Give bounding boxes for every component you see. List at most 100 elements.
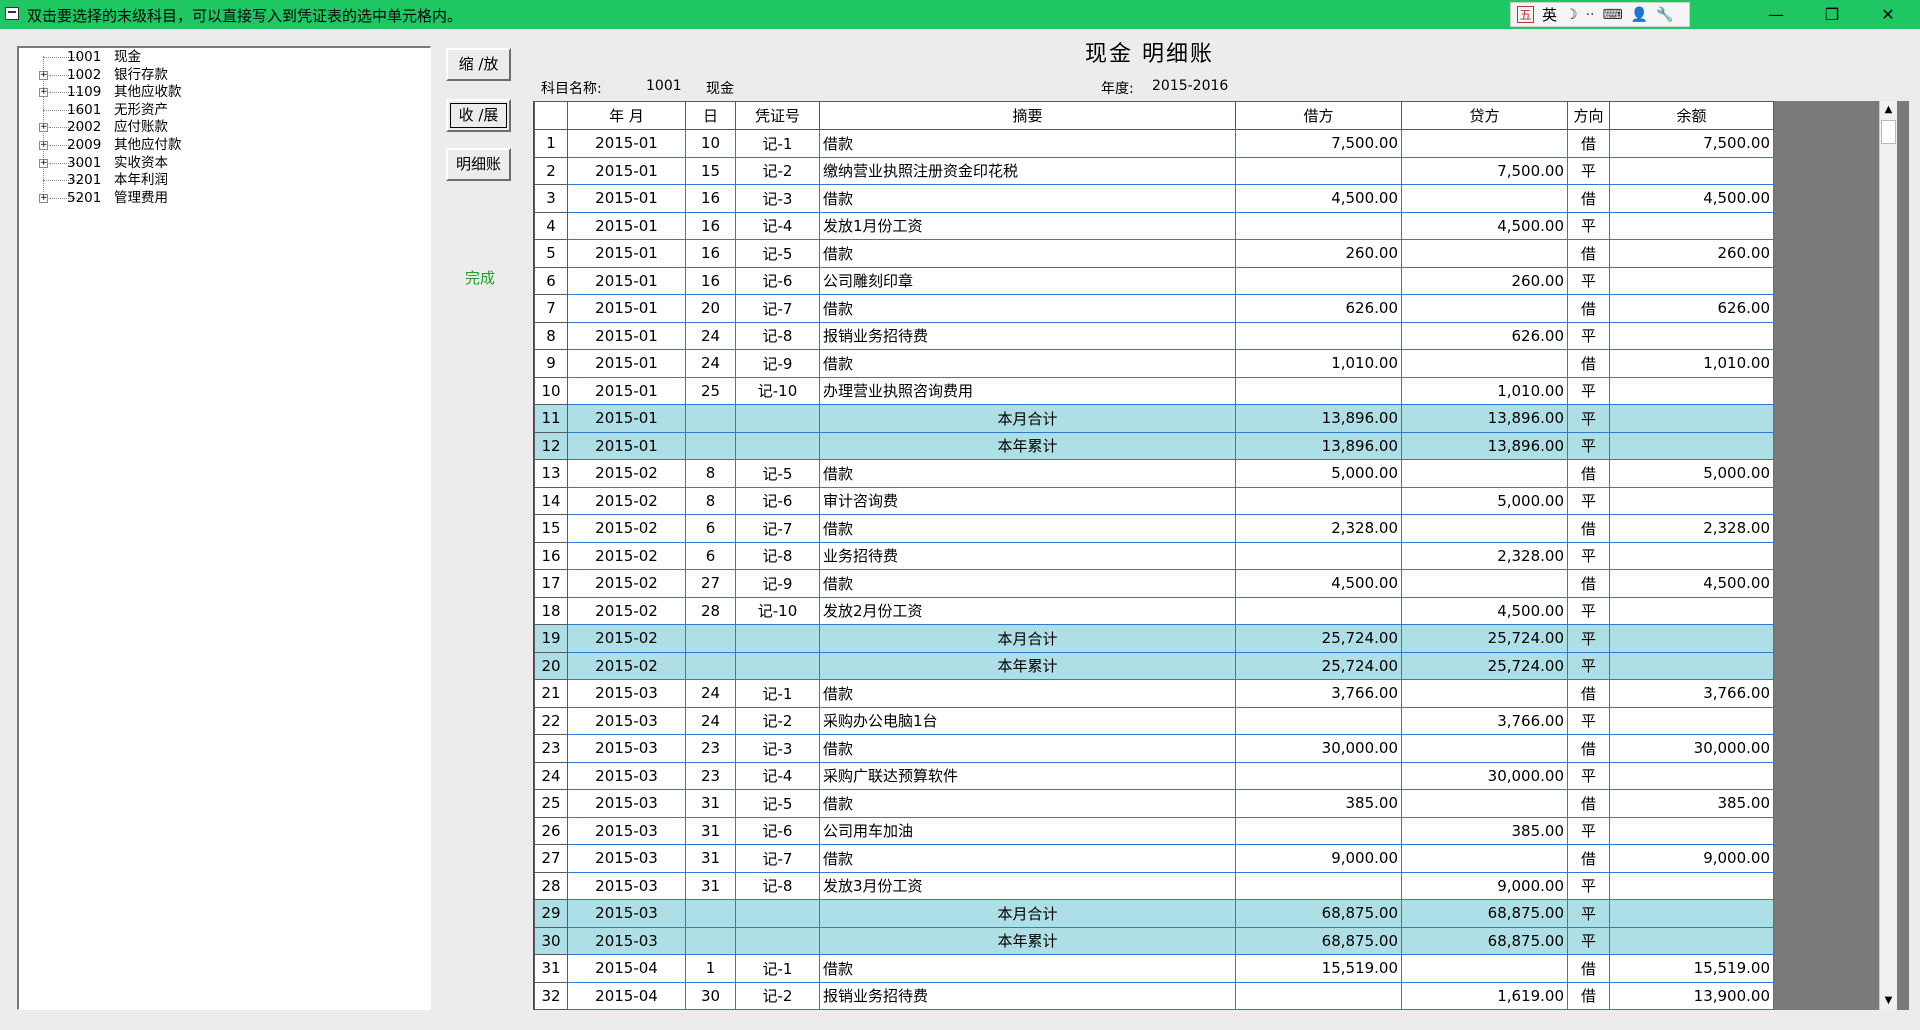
- cell-direction[interactable]: 平: [1567, 431, 1610, 460]
- cell-balance[interactable]: [1609, 431, 1774, 460]
- cell-credit[interactable]: 4,500.00: [1401, 596, 1568, 625]
- row-number[interactable]: 6: [534, 266, 568, 295]
- row-number[interactable]: 5: [534, 239, 568, 268]
- cell-direction[interactable]: 借: [1567, 734, 1610, 763]
- column-header-4[interactable]: 摘要: [819, 101, 1236, 130]
- row-number[interactable]: 8: [534, 321, 568, 350]
- cell-credit[interactable]: 385.00: [1401, 816, 1568, 845]
- cell-voucher[interactable]: 记-1: [735, 679, 820, 708]
- cell-voucher[interactable]: 记-3: [735, 734, 820, 763]
- cell-day[interactable]: [685, 624, 736, 653]
- cell-direction[interactable]: 平: [1567, 541, 1610, 570]
- cell-direction[interactable]: 借: [1567, 679, 1610, 708]
- column-header-8[interactable]: 余额: [1609, 101, 1774, 130]
- table-row[interactable]: 31 2015-04 1 记-1 借款 15,519.00 借 15,519.00: [534, 954, 1774, 983]
- cell-day[interactable]: 20: [685, 294, 736, 323]
- cell-balance[interactable]: 5,000.00: [1609, 459, 1774, 488]
- cell-direction[interactable]: 平: [1567, 211, 1610, 240]
- cell-credit[interactable]: 13,896.00: [1401, 431, 1568, 460]
- cell-day[interactable]: 31: [685, 789, 736, 818]
- cell-day[interactable]: 24: [685, 321, 736, 350]
- cell-voucher[interactable]: 记-1: [735, 954, 820, 983]
- table-row[interactable]: 5 2015-01 16 记-5 借款 260.00 借 260.00: [534, 239, 1774, 268]
- cell-day[interactable]: [685, 651, 736, 680]
- cell-credit[interactable]: 68,875.00: [1401, 899, 1568, 928]
- cell-credit[interactable]: 4,500.00: [1401, 211, 1568, 240]
- cell-direction[interactable]: 平: [1567, 899, 1610, 928]
- cell-day[interactable]: 30: [685, 981, 736, 1010]
- row-number[interactable]: 30: [534, 926, 568, 955]
- cell-summary[interactable]: 发放3月份工资: [819, 871, 1236, 900]
- cell-summary[interactable]: 发放2月份工资: [819, 596, 1236, 625]
- cell-balance[interactable]: 4,500.00: [1609, 569, 1774, 598]
- cell-year-month[interactable]: 2015-02: [567, 596, 686, 625]
- cell-debit[interactable]: 626.00: [1235, 294, 1402, 323]
- cell-debit[interactable]: 1,010.00: [1235, 349, 1402, 378]
- cell-voucher[interactable]: 记-2: [735, 706, 820, 735]
- table-row[interactable]: 6 2015-01 16 记-6 公司雕刻印章 260.00 平: [534, 266, 1774, 295]
- cell-summary[interactable]: 审计咨询费: [819, 486, 1236, 515]
- cell-debit[interactable]: [1235, 871, 1402, 900]
- cell-credit[interactable]: 9,000.00: [1401, 871, 1568, 900]
- cell-year-month[interactable]: 2015-03: [567, 871, 686, 900]
- row-number[interactable]: 18: [534, 596, 568, 625]
- cell-voucher[interactable]: 记-9: [735, 349, 820, 378]
- account-tree[interactable]: 1001 现金 +1002 银行存款 +1109 其他应收款 1601 无形资产 +2002 应付…: [17, 46, 431, 1010]
- cell-credit[interactable]: [1401, 514, 1568, 543]
- cell-voucher[interactable]: 记-7: [735, 294, 820, 323]
- row-number[interactable]: 12: [534, 431, 568, 460]
- cell-voucher[interactable]: 记-6: [735, 816, 820, 845]
- zoom-button[interactable]: 缩 /放: [446, 48, 511, 81]
- column-header-5[interactable]: 借方: [1235, 101, 1402, 130]
- tree-item-3201[interactable]: 3201 本年利润: [19, 172, 419, 189]
- cell-balance[interactable]: 3,766.00: [1609, 679, 1774, 708]
- expand-icon[interactable]: +: [39, 158, 48, 168]
- cell-balance[interactable]: [1609, 816, 1774, 845]
- cell-summary[interactable]: 报销业务招待费: [819, 321, 1236, 350]
- cell-year-month[interactable]: 2015-01: [567, 321, 686, 350]
- cell-year-month[interactable]: 2015-03: [567, 789, 686, 818]
- cell-debit[interactable]: [1235, 761, 1402, 790]
- cell-direction[interactable]: 平: [1567, 376, 1610, 405]
- cell-direction[interactable]: 借: [1567, 184, 1610, 213]
- cell-day[interactable]: [685, 431, 736, 460]
- row-number[interactable]: 28: [534, 871, 568, 900]
- cell-balance[interactable]: 15,519.00: [1609, 954, 1774, 983]
- row-number[interactable]: 7: [534, 294, 568, 323]
- cell-day[interactable]: 8: [685, 459, 736, 488]
- cell-day[interactable]: [685, 926, 736, 955]
- cell-voucher[interactable]: 记-8: [735, 871, 820, 900]
- cell-summary[interactable]: 本年累计: [819, 651, 1236, 680]
- scroll-down-button[interactable]: ▼: [1880, 992, 1897, 1010]
- cell-summary[interactable]: 缴纳营业执照注册资金印花税: [819, 156, 1236, 185]
- cell-debit[interactable]: [1235, 541, 1402, 570]
- row-number[interactable]: 16: [534, 541, 568, 570]
- cell-balance[interactable]: 30,000.00: [1609, 734, 1774, 763]
- table-row[interactable]: 20 2015-02 本年累计 25,724.00 25,724.00 平: [534, 651, 1774, 680]
- close-button[interactable]: ✕: [1860, 0, 1916, 29]
- cell-debit[interactable]: [1235, 156, 1402, 185]
- cell-year-month[interactable]: 2015-01: [567, 239, 686, 268]
- cell-balance[interactable]: 13,900.00: [1609, 981, 1774, 1010]
- cell-day[interactable]: [685, 404, 736, 433]
- table-row[interactable]: 11 2015-01 本月合计 13,896.00 13,896.00 平: [534, 404, 1774, 433]
- cell-day[interactable]: 27: [685, 569, 736, 598]
- wrench-icon[interactable]: 🔧: [1656, 7, 1673, 23]
- cell-credit[interactable]: 25,724.00: [1401, 624, 1568, 653]
- row-number[interactable]: 3: [534, 184, 568, 213]
- cell-summary[interactable]: 借款: [819, 514, 1236, 543]
- cell-year-month[interactable]: 2015-03: [567, 899, 686, 928]
- minimize-button[interactable]: —: [1748, 0, 1804, 29]
- cell-year-month[interactable]: 2015-04: [567, 954, 686, 983]
- tree-item-1109[interactable]: +1109 其他应收款: [19, 84, 419, 101]
- cell-credit[interactable]: [1401, 569, 1568, 598]
- cell-day[interactable]: 15: [685, 156, 736, 185]
- cell-summary[interactable]: 本年累计: [819, 431, 1236, 460]
- column-header-0[interactable]: [534, 101, 568, 130]
- cell-year-month[interactable]: 2015-02: [567, 541, 686, 570]
- cell-credit[interactable]: [1401, 789, 1568, 818]
- cell-credit[interactable]: 5,000.00: [1401, 486, 1568, 515]
- table-row[interactable]: 22 2015-03 24 记-2 采购办公电脑1台 3,766.00 平: [534, 706, 1774, 735]
- row-number[interactable]: 11: [534, 404, 568, 433]
- cell-debit[interactable]: 68,875.00: [1235, 926, 1402, 955]
